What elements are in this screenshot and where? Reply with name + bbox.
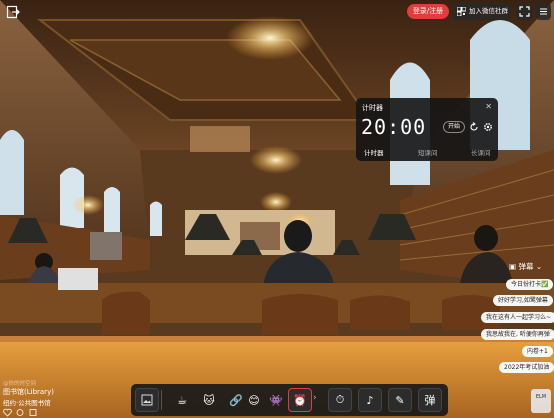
danmu-icon: ▣ bbox=[509, 262, 517, 271]
corner-app-button[interactable]: ELM bbox=[531, 389, 551, 413]
timer-display: 20:00 bbox=[361, 115, 427, 139]
music-icon: ♪ bbox=[366, 393, 374, 407]
more-menu-button[interactable] bbox=[536, 3, 551, 20]
timer-title: 计时器 bbox=[362, 104, 383, 112]
danmu-header[interactable]: ▣ 弹幕 ⌄ bbox=[509, 261, 542, 272]
wallpaper-button[interactable] bbox=[135, 388, 159, 412]
exit-icon[interactable] bbox=[6, 5, 20, 19]
gear-icon[interactable] bbox=[483, 122, 493, 132]
close-icon[interactable]: ✕ bbox=[485, 102, 492, 111]
share-icon bbox=[16, 409, 24, 416]
cat-sound-button[interactable]: 🐱 bbox=[197, 388, 221, 412]
mascot-sound-button[interactable]: 👾 bbox=[264, 388, 288, 412]
timer-button[interactable]: ⏱ bbox=[328, 388, 352, 412]
reset-icon[interactable] bbox=[469, 122, 479, 132]
danmu-title: 弹幕 bbox=[518, 262, 534, 271]
corner-app-label: ELM bbox=[535, 394, 547, 400]
danmu-message: 好好学习,如鹭弹幕 bbox=[493, 295, 553, 306]
timer-panel: 计时器 ✕ 20:00 开始 计时器 短课间 长课间 bbox=[356, 98, 498, 161]
coffee-sound-button[interactable]: ☕ bbox=[170, 388, 194, 412]
info-icon bbox=[29, 409, 37, 416]
danmu-message: 2022年考试加油 bbox=[499, 362, 554, 373]
chevron-down-icon: ⌄ bbox=[535, 262, 543, 271]
coffee-icon: ☕ bbox=[177, 393, 187, 407]
fullscreen-icon bbox=[519, 6, 530, 17]
face-icon: 😊 bbox=[248, 393, 260, 407]
bottom-toolbar: ☕ 🐱 🔗 😊 👾 ⏰ › ⏱ ♪ ✎ 弹 bbox=[131, 384, 448, 416]
login-register-button[interactable]: 登录/注册 bbox=[407, 4, 449, 19]
cat-icon: 🐱 bbox=[203, 393, 215, 407]
edit-button[interactable]: ✎ bbox=[388, 388, 412, 412]
danmu-message: 今日份打卡✅ bbox=[506, 279, 554, 290]
alarm-button[interactable]: ⏰ bbox=[288, 388, 312, 412]
toolbar-divider bbox=[161, 390, 162, 410]
tab-timer[interactable]: 计时器 bbox=[364, 147, 384, 157]
join-wechat-group-label: 加入微信社群 bbox=[469, 7, 508, 15]
room-location: 纽约·公共图书馆 bbox=[3, 399, 51, 407]
menu-icon bbox=[540, 8, 547, 15]
wallpaper-icon bbox=[141, 394, 153, 406]
library-background-image bbox=[0, 0, 554, 418]
danmu-message: 我思故我在, 听便你再弹 bbox=[481, 329, 554, 340]
alarm-icon: ⏰ bbox=[293, 393, 307, 407]
timer-start-button[interactable]: 开始 bbox=[443, 121, 465, 133]
tab-long-break[interactable]: 长课间 bbox=[471, 147, 491, 157]
chain-icon: 🔗 bbox=[229, 393, 243, 407]
qr-code-icon bbox=[457, 7, 466, 16]
heart-icon bbox=[3, 408, 12, 417]
danmu-button[interactable]: 弹 bbox=[418, 388, 442, 412]
tab-short-break[interactable]: 短课间 bbox=[418, 147, 438, 157]
join-wechat-group-button[interactable]: 加入微信社群 bbox=[453, 3, 511, 20]
music-button[interactable]: ♪ bbox=[358, 388, 382, 412]
edit-icon: ✎ bbox=[395, 393, 405, 407]
room-name: 图书馆(Library) bbox=[3, 388, 54, 396]
room-action-icons bbox=[3, 408, 37, 417]
danmu-message: 内卷+1 bbox=[522, 346, 553, 357]
face-sound-button[interactable]: 😊 bbox=[242, 388, 266, 412]
danmu-message: 我在这有人一起学习么~ bbox=[481, 312, 554, 323]
timer-icon: ⏱ bbox=[335, 393, 345, 406]
room-subtitle: @你的时空间 bbox=[3, 381, 37, 387]
danmu-icon: 弹 bbox=[424, 394, 436, 407]
timer-tab-bar: 计时器 短课间 长课间 bbox=[356, 147, 498, 158]
mascot-icon: 👾 bbox=[269, 393, 283, 407]
chevron-right-icon[interactable]: › bbox=[313, 393, 317, 403]
fullscreen-button[interactable] bbox=[516, 3, 533, 20]
